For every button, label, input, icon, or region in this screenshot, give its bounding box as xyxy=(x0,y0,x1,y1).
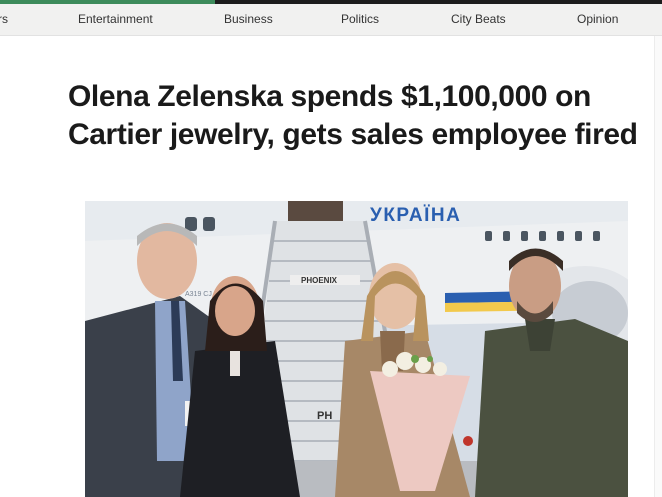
article-headline: Olena Zelenska spends $1,100,000 on Cart… xyxy=(68,78,648,154)
nav-item-entertainment[interactable]: Entertainment xyxy=(78,12,153,26)
nav-item-business[interactable]: Business xyxy=(224,12,273,26)
nav-item-politics[interactable]: Politics xyxy=(341,12,379,26)
nav-item-city-beats[interactable]: City Beats xyxy=(451,12,506,26)
nav-item-sports[interactable]: rs xyxy=(0,12,8,26)
stairs-sign-text-bottom: PH xyxy=(317,410,332,422)
section-nav: rs Entertainment Business Politics City … xyxy=(0,4,662,36)
article-photo-illustration: УКРАЇНА A319 CJ PHOENIX PH xyxy=(85,201,628,497)
plane-code-text: A319 CJ xyxy=(185,291,212,298)
headline-line-1: Olena Zelenska spends $1,100,000 on xyxy=(68,80,591,113)
article-photo[interactable]: УКРАЇНА A319 CJ PHOENIX PH xyxy=(85,201,628,497)
headline-line-2: Cartier jewelry, gets sales employee fir… xyxy=(68,118,638,151)
nav-item-opinion[interactable]: Opinion xyxy=(577,12,618,26)
plane-name-text: УКРАЇНА xyxy=(370,205,461,226)
page-scrollbar[interactable] xyxy=(654,36,662,497)
stairs-sign-text: PHOENIX xyxy=(301,276,338,285)
